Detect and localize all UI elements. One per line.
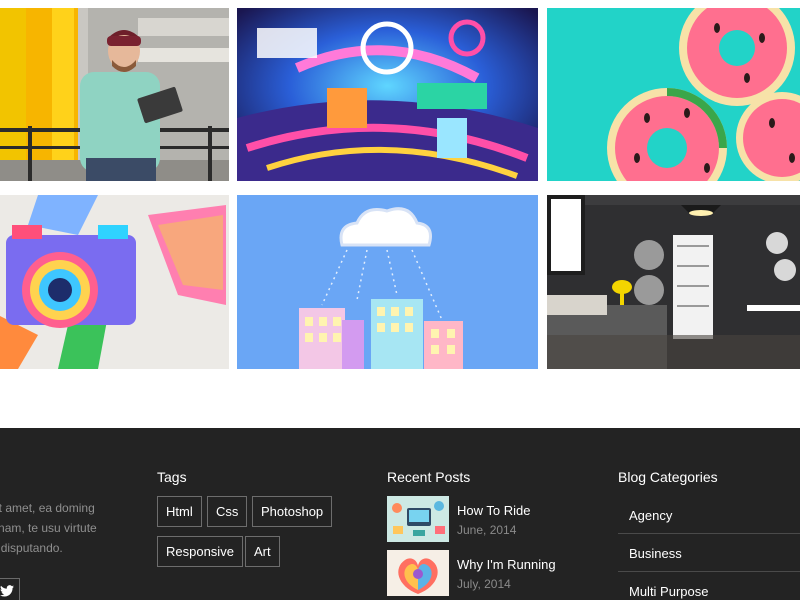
post-thumbnail[interactable] [387,496,449,542]
recent-posts-title: Recent Posts [387,469,471,485]
gallery-image-paper-camera[interactable] [0,195,229,369]
thumbnail-illustration [387,496,449,542]
category-label[interactable]: Agency [629,508,672,523]
post-date: June, 2014 [457,523,517,537]
categories-title: Blog Categories [618,469,718,485]
gallery-image-watermelon-donuts[interactable] [547,8,800,181]
gallery-image-bedroom[interactable] [547,195,800,369]
post-thumbnail[interactable] [387,550,449,596]
category-item[interactable]: Multi Purpose [618,572,800,600]
tag-responsive[interactable]: Responsive [157,536,243,567]
recent-post-item[interactable]: Why I'm Running July, 2014 [387,550,597,598]
photo-paper-cloud-city [237,195,538,369]
photo-tv-studio [237,8,538,181]
tag-html[interactable]: Html [157,496,202,527]
post-title[interactable]: How To Ride [457,503,530,518]
thumbnail-illustration [387,550,449,596]
photo-bedroom [547,195,800,369]
twitter-icon [0,585,14,597]
gallery-image-man-with-tablet[interactable] [0,8,229,181]
site-footer: ic dolor sit amet, ea doming dicabit nam… [0,428,800,600]
category-label[interactable]: Business [629,546,682,561]
tag-art[interactable]: Art [245,536,280,567]
post-title[interactable]: Why I'm Running [457,557,556,572]
recent-post-item[interactable]: How To Ride June, 2014 [387,496,597,544]
about-line: dicabit nam, te usu virtute [0,521,97,535]
post-date: July, 2014 [457,577,511,591]
about-text: dolor sit amet, ea doming dicabit nam, t… [0,498,146,558]
category-label[interactable]: Multi Purpose [629,584,708,599]
category-item[interactable]: Agency [618,496,800,534]
tag-css[interactable]: Css [207,496,248,527]
gallery-image-paper-cloud-city[interactable] [237,195,538,369]
photo-watermelon-donuts [547,8,800,181]
tag-photoshop[interactable]: Photoshop [252,496,333,527]
about-line: o brute disputando. [0,541,63,555]
category-item[interactable]: Business [618,534,800,572]
photo-man-with-tablet [0,8,229,181]
tags-title: Tags [157,469,187,485]
photo-paper-camera [0,195,229,369]
about-line: dolor sit amet, ea doming [0,501,95,515]
twitter-button[interactable] [0,578,20,600]
gallery-image-tv-studio[interactable] [237,8,538,181]
